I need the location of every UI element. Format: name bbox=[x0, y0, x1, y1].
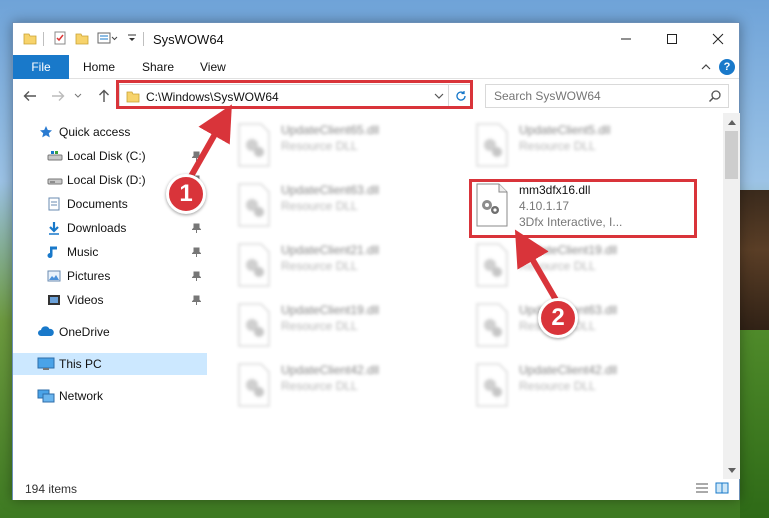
step-2-badge: 2 bbox=[538, 298, 578, 338]
step-1-badge: 1 bbox=[166, 174, 206, 214]
annotation-arrows bbox=[187, 104, 559, 302]
arrow-to-file bbox=[514, 229, 559, 302]
arrow-to-address-bar bbox=[187, 104, 232, 180]
